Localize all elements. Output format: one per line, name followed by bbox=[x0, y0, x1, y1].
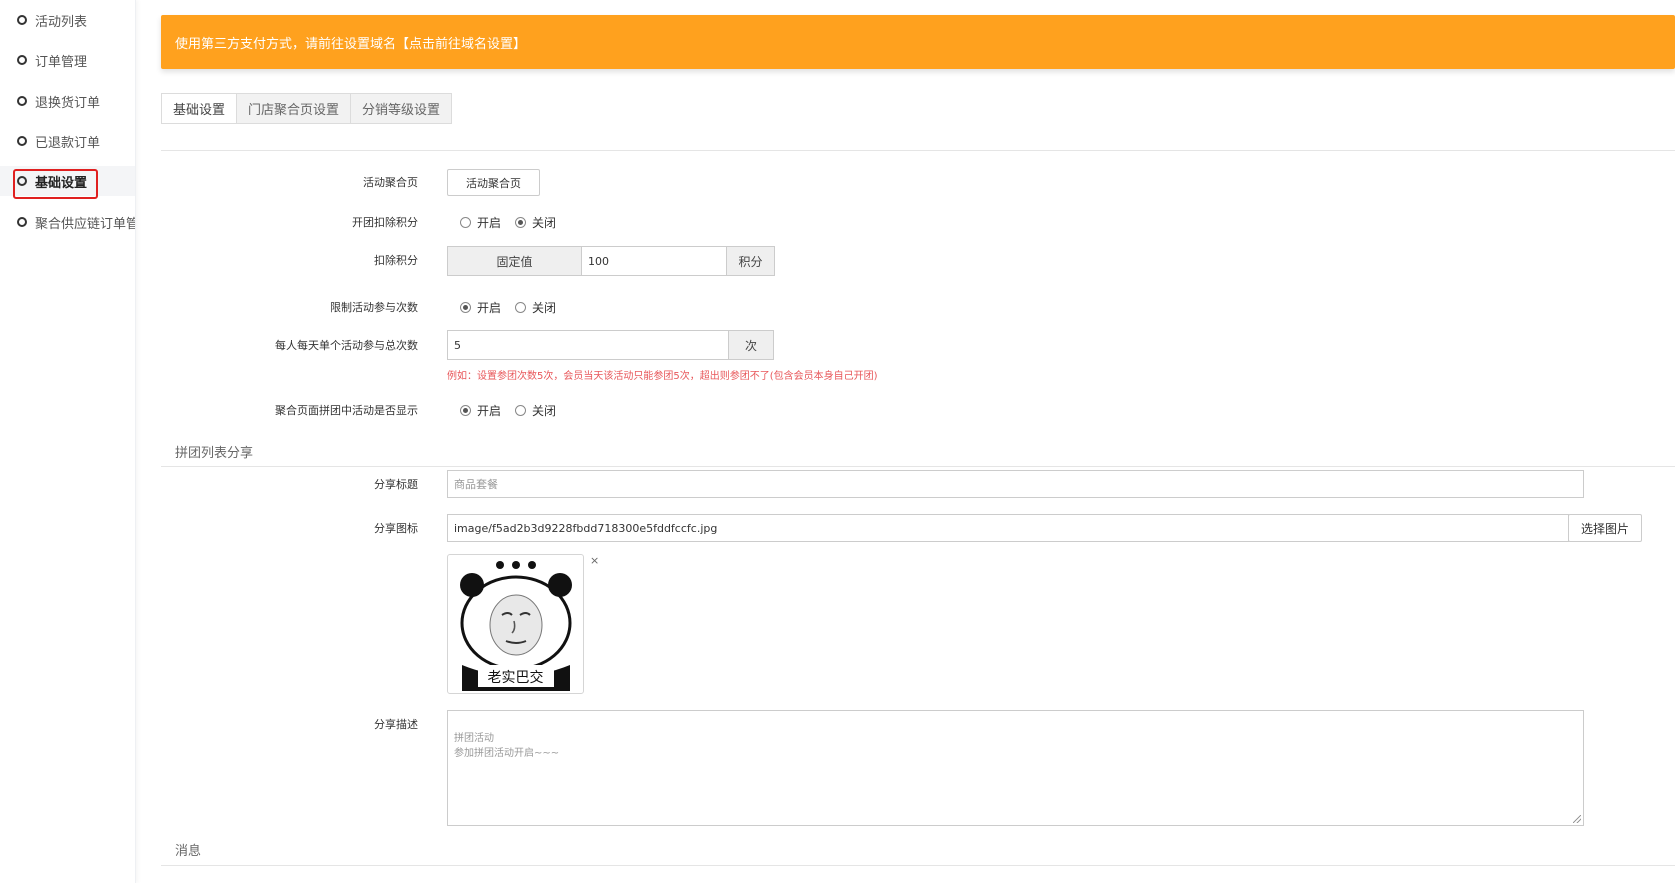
limit-participation-on-radio[interactable]: 开启 bbox=[460, 299, 501, 316]
circle-icon bbox=[17, 55, 27, 65]
deduct-points-on-radio[interactable]: 开启 bbox=[460, 214, 501, 231]
radio-label: 开启 bbox=[477, 301, 502, 315]
deduct-points-radio-group: 开启 关闭 bbox=[460, 214, 570, 231]
settings-tabs: 基础设置 门店聚合页设置 分销等级设置 bbox=[161, 93, 453, 124]
divider bbox=[161, 150, 1675, 151]
share-desc-value: 拼团活动 参加拼团活动开启~~~ bbox=[454, 733, 560, 759]
limit-participation-label: 限制活动参与次数 bbox=[330, 301, 418, 314]
radio-checked-icon bbox=[460, 302, 471, 313]
circle-icon bbox=[17, 15, 27, 25]
radio-label: 开启 bbox=[477, 216, 502, 230]
radio-label: 关闭 bbox=[532, 216, 557, 230]
radio-checked-icon bbox=[515, 217, 527, 228]
radio-label: 开启 bbox=[477, 404, 502, 418]
sidebar-item-label: 订单管理 bbox=[35, 54, 88, 70]
share-title-label: 分享标题 bbox=[374, 478, 418, 491]
share-desc-textarea[interactable]: 拼团活动 参加拼团活动开启~~~ bbox=[447, 710, 1584, 826]
share-section-title: 拼团列表分享 bbox=[175, 446, 254, 461]
limit-participation-radio-group: 开启 关闭 bbox=[460, 299, 570, 316]
divider bbox=[161, 466, 1675, 467]
share-title-placeholder: 商品套餐 bbox=[454, 478, 498, 491]
share-icon-path-value: image/f5ad2b3d9228fbdd718300e5fddfccfc.j… bbox=[454, 521, 718, 535]
resize-handle-icon[interactable] bbox=[1573, 815, 1581, 823]
tab-distribution-levels[interactable]: 分销等级设置 bbox=[350, 93, 453, 124]
circle-icon bbox=[17, 136, 27, 146]
share-icon-thumbnail: 老实巴交 bbox=[447, 554, 584, 694]
show-in-aggregate-off-radio[interactable]: 关闭 bbox=[515, 402, 556, 419]
thumbnail-caption: 老实巴交 bbox=[487, 670, 544, 686]
radio-icon bbox=[460, 217, 471, 228]
sidebar-item-basic-settings[interactable]: 基础设置 bbox=[0, 166, 135, 199]
deduct-points-label: 扣除积分 bbox=[374, 254, 418, 267]
deduct-points-toggle-label: 开团扣除积分 bbox=[352, 216, 418, 229]
message-section-title: 消息 bbox=[175, 844, 202, 859]
radio-icon bbox=[515, 302, 527, 313]
times-unit-addon: 次 bbox=[729, 330, 774, 360]
circle-icon bbox=[17, 96, 27, 106]
daily-total-label: 每人每天单个活动参与总次数 bbox=[275, 339, 418, 352]
radio-label: 关闭 bbox=[532, 404, 557, 418]
radio-label: 关闭 bbox=[532, 301, 557, 315]
limit-participation-off-radio[interactable]: 关闭 bbox=[515, 299, 556, 316]
sidebar-item-label: 活动列表 bbox=[35, 14, 88, 30]
share-icon-label: 分享图标 bbox=[374, 522, 418, 535]
share-title-input[interactable]: 商品套餐 bbox=[447, 470, 1584, 498]
sidebar: 活动列表 订单管理 退换货订单 已退款订单 基础设置 聚合供应链订单管 bbox=[0, 0, 136, 883]
deduct-points-off-radio[interactable]: 关闭 bbox=[515, 214, 556, 231]
daily-total-input[interactable]: 5 bbox=[447, 330, 729, 360]
points-unit-addon: 积分 bbox=[727, 246, 775, 276]
show-in-aggregate-label: 聚合页面拼团中活动是否显示 bbox=[275, 404, 418, 417]
sidebar-item-label: 聚合供应链订单管 bbox=[35, 216, 136, 232]
circle-icon bbox=[17, 217, 27, 227]
sidebar-item-label: 基础设置 bbox=[35, 175, 88, 191]
sidebar-item-refunded-orders[interactable]: 已退款订单 bbox=[0, 123, 135, 159]
sidebar-item-activity-list[interactable]: 活动列表 bbox=[0, 2, 135, 38]
circle-icon bbox=[17, 176, 27, 186]
share-icon-path-input[interactable]: image/f5ad2b3d9228fbdd718300e5fddfccfc.j… bbox=[447, 514, 1569, 542]
choose-image-button[interactable]: 选择图片 bbox=[1568, 514, 1642, 542]
alert-text: 使用第三方支付方式，请前往设置域名 bbox=[175, 36, 397, 52]
radio-icon bbox=[515, 405, 527, 416]
sidebar-item-label: 退换货订单 bbox=[35, 95, 101, 111]
daily-total-input-group: 5 次 bbox=[447, 330, 774, 360]
payment-domain-alert: 使用第三方支付方式，请前往设置域名 【点击前往域名设置】 bbox=[161, 15, 1675, 69]
divider bbox=[161, 865, 1675, 866]
fixed-value-addon: 固定值 bbox=[447, 246, 582, 276]
deduct-points-input[interactable]: 100 bbox=[582, 246, 727, 276]
sidebar-item-label: 已退款订单 bbox=[35, 135, 101, 151]
deduct-points-input-group: 固定值 100 积分 bbox=[447, 246, 775, 276]
show-in-aggregate-on-radio[interactable]: 开启 bbox=[460, 402, 501, 419]
domain-settings-link[interactable]: 【点击前往域名设置】 bbox=[396, 33, 526, 52]
daily-total-hint: 例如：设置参团次数5次，会员当天该活动只能参团5次，超出则参团不了(包含会员本身… bbox=[447, 371, 878, 382]
sidebar-item-order-management[interactable]: 订单管理 bbox=[0, 42, 135, 78]
sidebar-item-supply-chain-orders[interactable]: 聚合供应链订单管 bbox=[0, 204, 136, 240]
show-in-aggregate-radio-group: 开启 关闭 bbox=[460, 402, 570, 419]
aggregate-page-label: 活动聚合页 bbox=[363, 176, 418, 189]
sidebar-item-return-orders[interactable]: 退换货订单 bbox=[0, 83, 135, 119]
radio-checked-icon bbox=[460, 405, 471, 416]
remove-image-icon[interactable]: × bbox=[590, 554, 599, 567]
aggregate-page-button[interactable]: 活动聚合页 bbox=[447, 169, 540, 196]
share-desc-label: 分享描述 bbox=[374, 718, 418, 731]
tab-basic-settings[interactable]: 基础设置 bbox=[161, 93, 237, 124]
tab-store-aggregate[interactable]: 门店聚合页设置 bbox=[236, 93, 351, 124]
